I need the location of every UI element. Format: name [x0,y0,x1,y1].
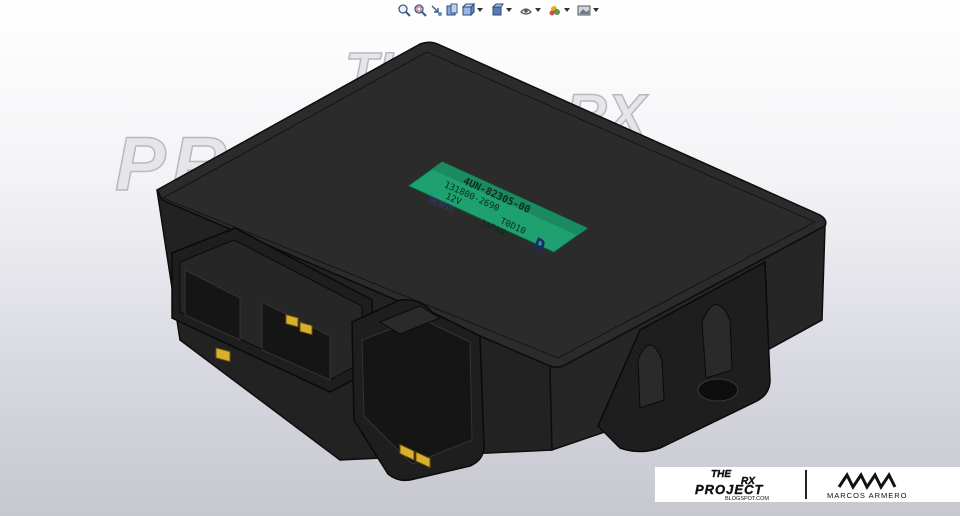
author-logo: MARCOS ARMERO [807,467,960,502]
footer-author: MARCOS ARMERO [827,491,908,500]
author-monogram-icon [837,472,897,490]
ecu-model-viewport[interactable]: 4UN-82305-00 131800-2690 12V T0D10 DENSO… [0,0,960,516]
footer-banner: THE RX PROJECT BLOGSPOT.COM MARCOS ARMER… [655,467,960,502]
rx-project-logo: THE RX PROJECT BLOGSPOT.COM [655,467,805,502]
footer-title-1: THE [711,469,731,480]
mounting-hole [697,378,739,402]
footer-site: BLOGSPOT.COM [725,496,769,502]
footer-title-3: PROJECT [695,482,763,497]
